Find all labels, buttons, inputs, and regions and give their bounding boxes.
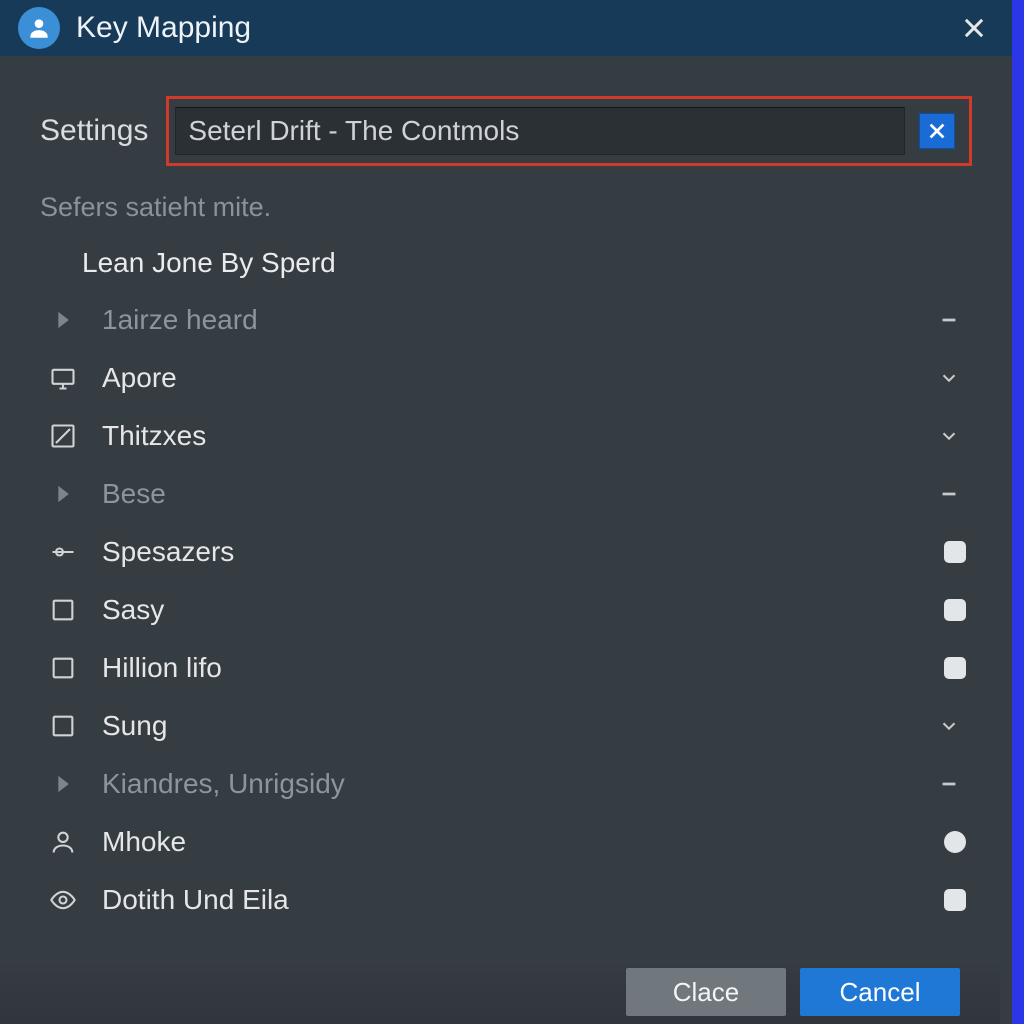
item-label: Spesazers [102,536,922,568]
sub-header: Lean Jone By Sperd [0,233,1012,291]
list-item[interactable]: Spesazers [40,523,972,581]
minus-icon [932,303,966,337]
item-label: Apore [102,362,910,394]
key-mapping-dialog: Key Mapping Settings Sefers satieht mite… [0,0,1012,1024]
group-header[interactable]: 1airze heard [40,291,972,349]
dialog-body: Settings Sefers satieht mite. Lean Jone … [0,56,1012,1024]
search-input[interactable] [175,107,905,155]
chevron-down-icon [932,361,966,395]
item-label: Dotith Und Eila [102,884,922,916]
eye-icon [46,883,80,917]
close-button[interactable] [954,8,994,48]
search-clear-button[interactable] [919,113,955,149]
chevron-down-icon [932,709,966,743]
item-label: Hillion lifo [102,652,922,684]
monitor-icon [46,361,80,395]
radio-indicator[interactable] [944,831,966,853]
item-label: Mhoke [102,826,922,858]
item-label: Sung [102,710,910,742]
person-icon [26,15,52,41]
right-edge-strip [1012,0,1024,1024]
avatar [18,7,60,49]
group-label: 1airze heard [102,304,910,336]
top-row: Settings [0,56,1012,166]
settings-label: Settings [40,114,148,148]
checkbox-indicator[interactable] [944,541,966,563]
settings-list: 1airze heard Apore Thitzxes Bese Spesazers Sa… [0,291,1012,929]
group-label: Kiandres, Unrigsidy [102,768,910,800]
list-item[interactable]: Thitzxes [40,407,972,465]
minus-icon [932,477,966,511]
dialog-footer: Clace Cancel [0,960,1000,1024]
item-label: Thitzxes [102,420,910,452]
square-icon [46,651,80,685]
checkbox-indicator[interactable] [944,657,966,679]
close-icon [926,120,948,142]
play-icon [46,477,80,511]
titlebar: Key Mapping [0,0,1012,56]
slider-icon [46,535,80,569]
play-icon [46,303,80,337]
list-item[interactable]: Sasy [40,581,972,639]
list-item[interactable]: Mhoke [40,813,972,871]
list-item[interactable]: Sung [40,697,972,755]
item-label: Sasy [102,594,922,626]
list-item[interactable]: Hillion lifo [40,639,972,697]
checkbox-indicator[interactable] [944,889,966,911]
list-item[interactable]: Apore [40,349,972,407]
pencil-box-icon [46,419,80,453]
cancel-button[interactable]: Cancel [800,968,960,1016]
search-container [166,96,972,166]
sub-text: Sefers satieht mite. [0,166,1012,233]
checkbox-indicator[interactable] [944,599,966,621]
dialog-title: Key Mapping [76,11,938,45]
chevron-down-icon [932,419,966,453]
group-header[interactable]: Bese [40,465,972,523]
square-icon [46,709,80,743]
group-header[interactable]: Kiandres, Unrigsidy [40,755,972,813]
group-label: Bese [102,478,910,510]
list-item[interactable]: Dotith Und Eila [40,871,972,929]
clace-button[interactable]: Clace [626,968,786,1016]
person-icon [46,825,80,859]
minus-icon [932,767,966,801]
close-icon [960,14,988,42]
square-icon [46,593,80,627]
play-icon [46,767,80,801]
